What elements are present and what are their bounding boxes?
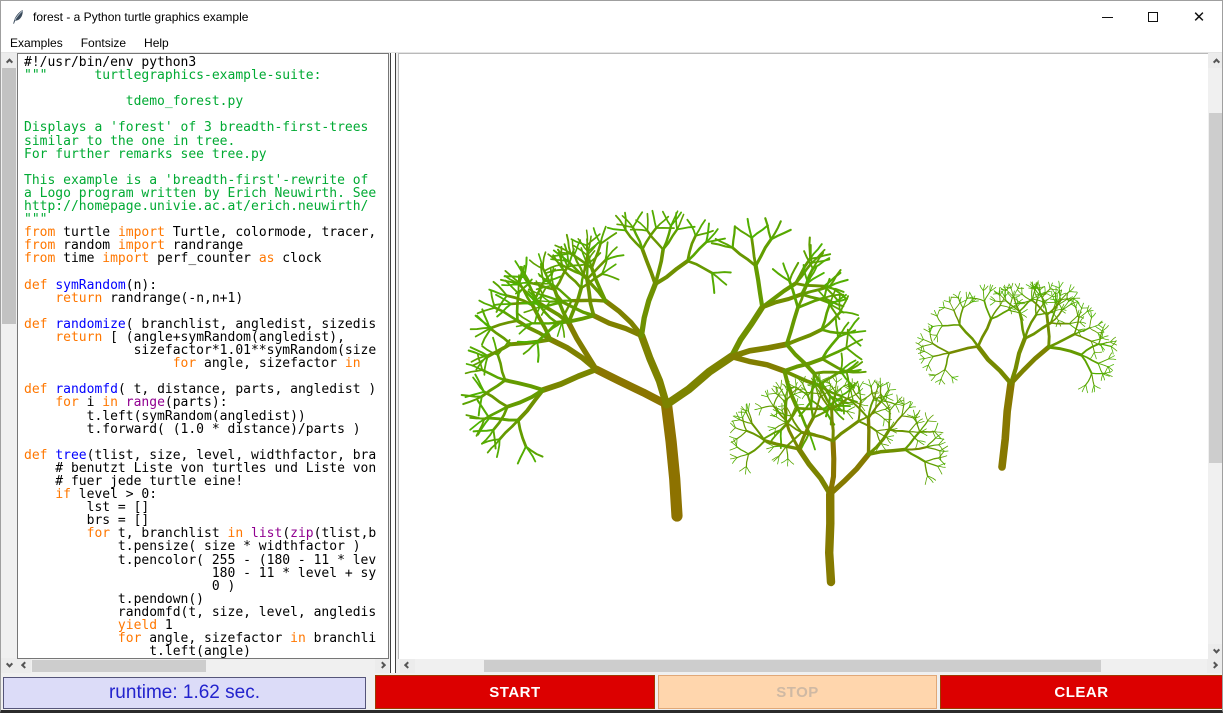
chevron-up-icon (5, 58, 12, 65)
app-window: forest - a Python turtle graphics exampl… (0, 0, 1223, 713)
start-button[interactable]: START (375, 675, 655, 709)
chevron-left-icon (404, 661, 411, 668)
chevron-right-icon (378, 661, 385, 668)
code-line: """ turtlegraphics-example-suite: (24, 69, 388, 82)
code-line: for angle, sizefactor in (24, 357, 388, 370)
source-code: #!/usr/bin/env python3""" turtlegraphics… (18, 54, 388, 659)
chevron-down-icon (1212, 647, 1219, 654)
code-viewer-pane[interactable]: #!/usr/bin/env python3""" turtlegraphics… (17, 53, 389, 659)
maximize-button[interactable] (1130, 1, 1176, 33)
code-line: http://homepage.univie.ac.at/erich.neuwi… (24, 200, 388, 213)
code-line: return randrange(-n,n+1) (24, 292, 388, 305)
chevron-left-icon (20, 661, 27, 668)
scroll-down-button[interactable] (1, 658, 17, 673)
menu-fontsize[interactable]: Fontsize (72, 34, 135, 52)
menu-help[interactable]: Help (135, 34, 178, 52)
close-icon: ✕ (1193, 10, 1206, 25)
clear-button[interactable]: CLEAR (940, 675, 1223, 709)
chevron-down-icon (5, 661, 12, 668)
scroll-down-button[interactable] (1208, 644, 1223, 659)
runtime-text: runtime: 1.62 sec. (109, 682, 260, 704)
canvas-hscroll-thumb[interactable] (484, 660, 1101, 672)
scroll-up-button[interactable] (1, 53, 17, 68)
stop-button: STOP (658, 675, 937, 709)
close-button[interactable]: ✕ (1176, 1, 1222, 33)
code-line: For further remarks see tree.py (24, 148, 388, 161)
runtime-display: runtime: 1.62 sec. (3, 677, 366, 709)
code-vertical-scrollbar[interactable] (1, 53, 17, 673)
menu-examples[interactable]: Examples (1, 34, 72, 52)
minimize-icon (1102, 17, 1113, 18)
code-horizontal-scrollbar[interactable] (17, 659, 389, 673)
control-bar: runtime: 1.62 sec. START STOP CLEAR (1, 673, 1222, 711)
scroll-left-button[interactable] (400, 659, 415, 673)
canvas-vertical-scrollbar[interactable] (1208, 53, 1223, 659)
code-hscroll-thumb[interactable] (32, 660, 206, 672)
minimize-button[interactable] (1084, 1, 1130, 33)
chevron-up-icon (1212, 58, 1219, 65)
canvas-horizontal-scrollbar[interactable] (398, 659, 1223, 673)
chevron-right-icon (1211, 661, 1218, 668)
maximize-icon (1148, 12, 1158, 22)
title-bar: forest - a Python turtle graphics exampl… (1, 1, 1222, 33)
feather-app-icon (10, 9, 26, 25)
canvas-vscroll-thumb[interactable] (1209, 113, 1223, 463)
code-line: t.forward( (1.0 * distance)/parts ) (24, 423, 388, 436)
code-line: tdemo_forest.py (24, 95, 388, 108)
code-vscroll-thumb[interactable] (2, 68, 16, 324)
forest-drawing (399, 54, 1208, 659)
pane-sash[interactable] (390, 53, 396, 673)
scroll-right-button[interactable] (375, 659, 389, 673)
window-title: forest - a Python turtle graphics exampl… (33, 10, 248, 24)
menu-bar: Examples Fontsize Help (1, 33, 1222, 53)
scroll-right-button[interactable] (1207, 659, 1222, 673)
scroll-up-button[interactable] (1208, 53, 1223, 68)
scroll-left-button[interactable] (17, 659, 31, 673)
code-line: from time import perf_counter as clock (24, 252, 388, 265)
turtle-canvas[interactable] (398, 53, 1208, 659)
